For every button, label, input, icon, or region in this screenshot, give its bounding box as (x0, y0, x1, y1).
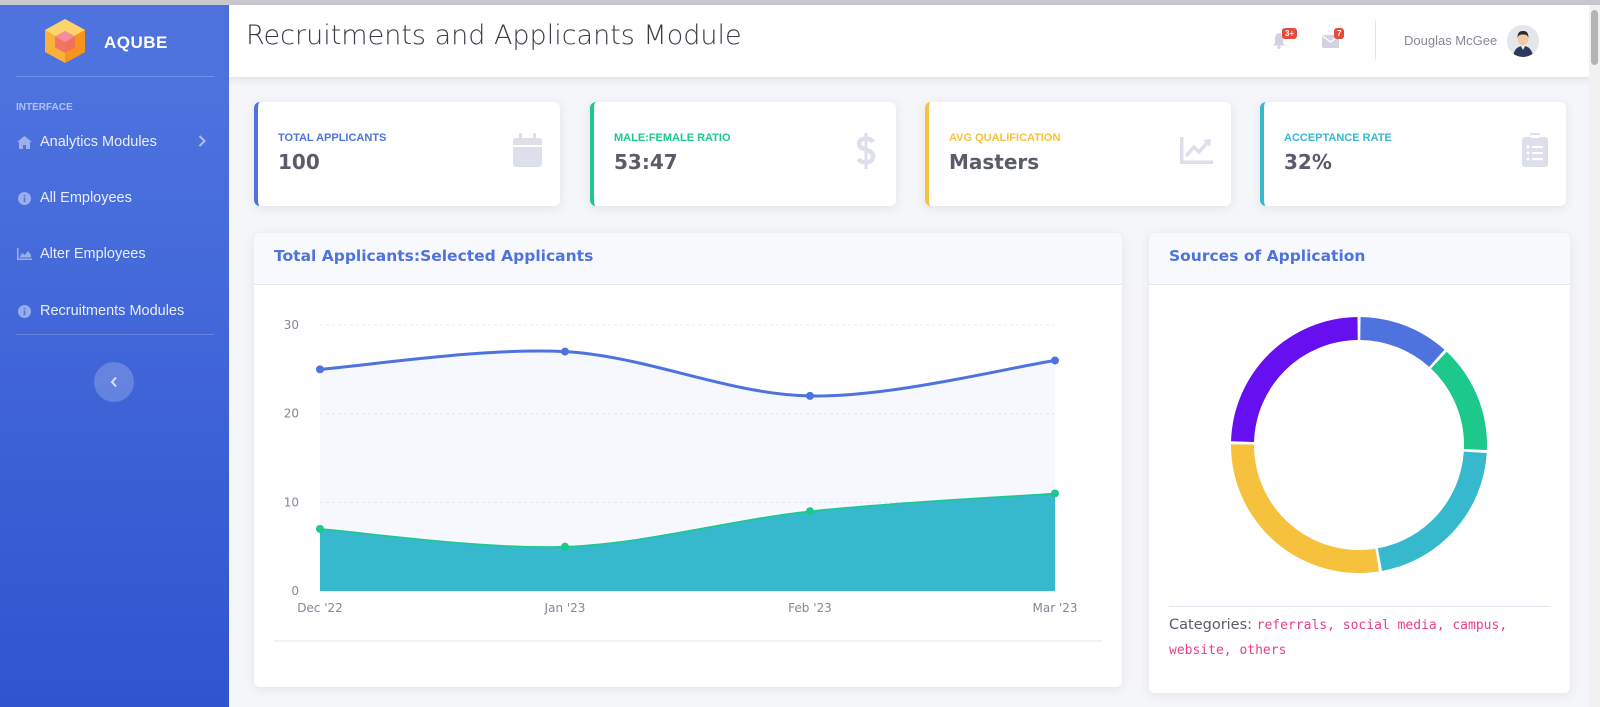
sources-panel: Sources of Application Categories: refer… (1149, 233, 1570, 693)
sidebar-item-label: Analytics Modules (40, 134, 157, 150)
stat-card-total-applicants: TOTAL APPLICANTS 100 (254, 102, 560, 206)
data-point[interactable] (316, 524, 324, 533)
pie-slice-website[interactable] (1231, 444, 1380, 573)
categories-legend: Categories: referrals, social media, cam… (1169, 617, 1508, 658)
applicants-chart-panel: Total Applicants:Selected Applicants 0 10… (254, 233, 1122, 687)
data-point[interactable] (316, 365, 324, 374)
pie-slice-others[interactable] (1231, 317, 1358, 442)
donut-chart (1231, 317, 1487, 573)
scrollbar[interactable] (1589, 5, 1600, 707)
sidebar-toggle-button[interactable] (94, 362, 134, 402)
x-tick-label: Mar '23 (1032, 601, 1077, 615)
stat-value: Masters (949, 150, 1040, 174)
scrollbar-thumb[interactable] (1591, 10, 1598, 65)
stat-value: 53:47 (614, 150, 678, 174)
data-point[interactable] (1051, 356, 1059, 365)
sidebar-divider (16, 76, 214, 77)
area-chart: 0 10 20 30 Dec '22 Jan '23 Feb '23 Mar '23 (274, 318, 1102, 642)
dollar-icon (856, 133, 876, 173)
sidebar-item-recruitments-modules[interactable]: Recruitments Modules (16, 299, 214, 323)
stat-value: 32% (1284, 150, 1332, 174)
x-tick-label: Dec '22 (297, 601, 343, 615)
pie-slice-campus[interactable] (1377, 451, 1487, 571)
stat-label: AVG QUALIFICATION (949, 132, 1061, 144)
data-point[interactable] (806, 507, 814, 516)
data-point[interactable] (561, 542, 569, 551)
y-tick-label: 10 (284, 495, 299, 509)
categories-label: Categories: (1169, 617, 1253, 633)
stat-label: ACCEPTANCE RATE (1284, 132, 1392, 144)
data-point[interactable] (561, 347, 569, 356)
brand[interactable]: AQUBE (45, 19, 168, 67)
user-name[interactable]: Douglas McGee (1404, 33, 1497, 48)
panel-divider (1169, 606, 1550, 607)
panel-title: Total Applicants:Selected Applicants (254, 233, 1122, 285)
stat-card-avg-qualification: AVG QUALIFICATION Masters (925, 102, 1231, 206)
category-website: website (1169, 643, 1224, 658)
sidebar-item-label: Recruitments Modules (40, 303, 185, 319)
stat-label: MALE:FEMALE RATIO (614, 132, 731, 144)
x-tick-label: Feb '23 (788, 601, 832, 615)
chart-area-icon (16, 247, 32, 261)
messages-button[interactable]: 7 (1322, 28, 1345, 52)
sidebar-item-label: All Employees (40, 190, 132, 206)
x-tick-label: Jan '23 (544, 601, 586, 615)
pie-slice-social-media[interactable] (1430, 351, 1487, 450)
brand-name: AQUBE (104, 33, 168, 52)
chevron-right-icon (198, 135, 206, 151)
y-tick-label: 30 (284, 318, 299, 332)
chart-line-icon (1180, 137, 1213, 168)
pie-slice-referrals[interactable] (1360, 317, 1445, 367)
alerts-badge: 3+ (1282, 28, 1298, 39)
home-icon (16, 135, 32, 149)
clipboard-list-icon (1522, 133, 1548, 171)
stat-value: 100 (278, 150, 320, 174)
data-point[interactable] (806, 391, 814, 400)
topbar-divider (1375, 20, 1376, 60)
stat-card-acceptance-rate: ACCEPTANCE RATE 32% (1260, 102, 1566, 206)
sidebar-heading: INTERFACE (16, 102, 73, 113)
panel-title: Sources of Application (1149, 233, 1570, 285)
data-point[interactable] (1051, 489, 1059, 498)
info-icon (16, 304, 32, 318)
category-others: others (1239, 643, 1287, 658)
alerts-button[interactable]: 3+ (1272, 28, 1298, 53)
cube-logo-icon (45, 19, 85, 67)
category-referrals: referrals (1256, 618, 1328, 633)
info-icon (16, 191, 32, 205)
topbar: Recruitments and Applicants Module 3+ 7 … (229, 5, 1600, 77)
stat-card-male-female-ratio: MALE:FEMALE RATIO 53:47 (590, 102, 896, 206)
page-title: Recruitments and Applicants Module (246, 20, 742, 51)
y-tick-label: 0 (291, 584, 299, 598)
sidebar-item-all-employees[interactable]: All Employees (16, 186, 214, 210)
calendar-icon (513, 133, 542, 171)
sidebar-item-alter-employees[interactable]: Alter Employees (16, 242, 214, 266)
stat-label: TOTAL APPLICANTS (278, 132, 387, 144)
sidebar-divider (16, 334, 214, 335)
category-campus: campus (1452, 618, 1500, 633)
y-tick-label: 20 (284, 407, 299, 421)
sidebar-item-analytics-modules[interactable]: Analytics Modules (16, 130, 214, 154)
chevron-left-icon (110, 373, 118, 392)
messages-badge: 7 (1334, 28, 1345, 39)
sidebar: AQUBE INTERFACE Analytics Modules All Em… (0, 5, 229, 707)
avatar[interactable] (1507, 25, 1539, 57)
category-social-media: social media (1342, 618, 1437, 633)
sidebar-item-label: Alter Employees (40, 246, 146, 262)
